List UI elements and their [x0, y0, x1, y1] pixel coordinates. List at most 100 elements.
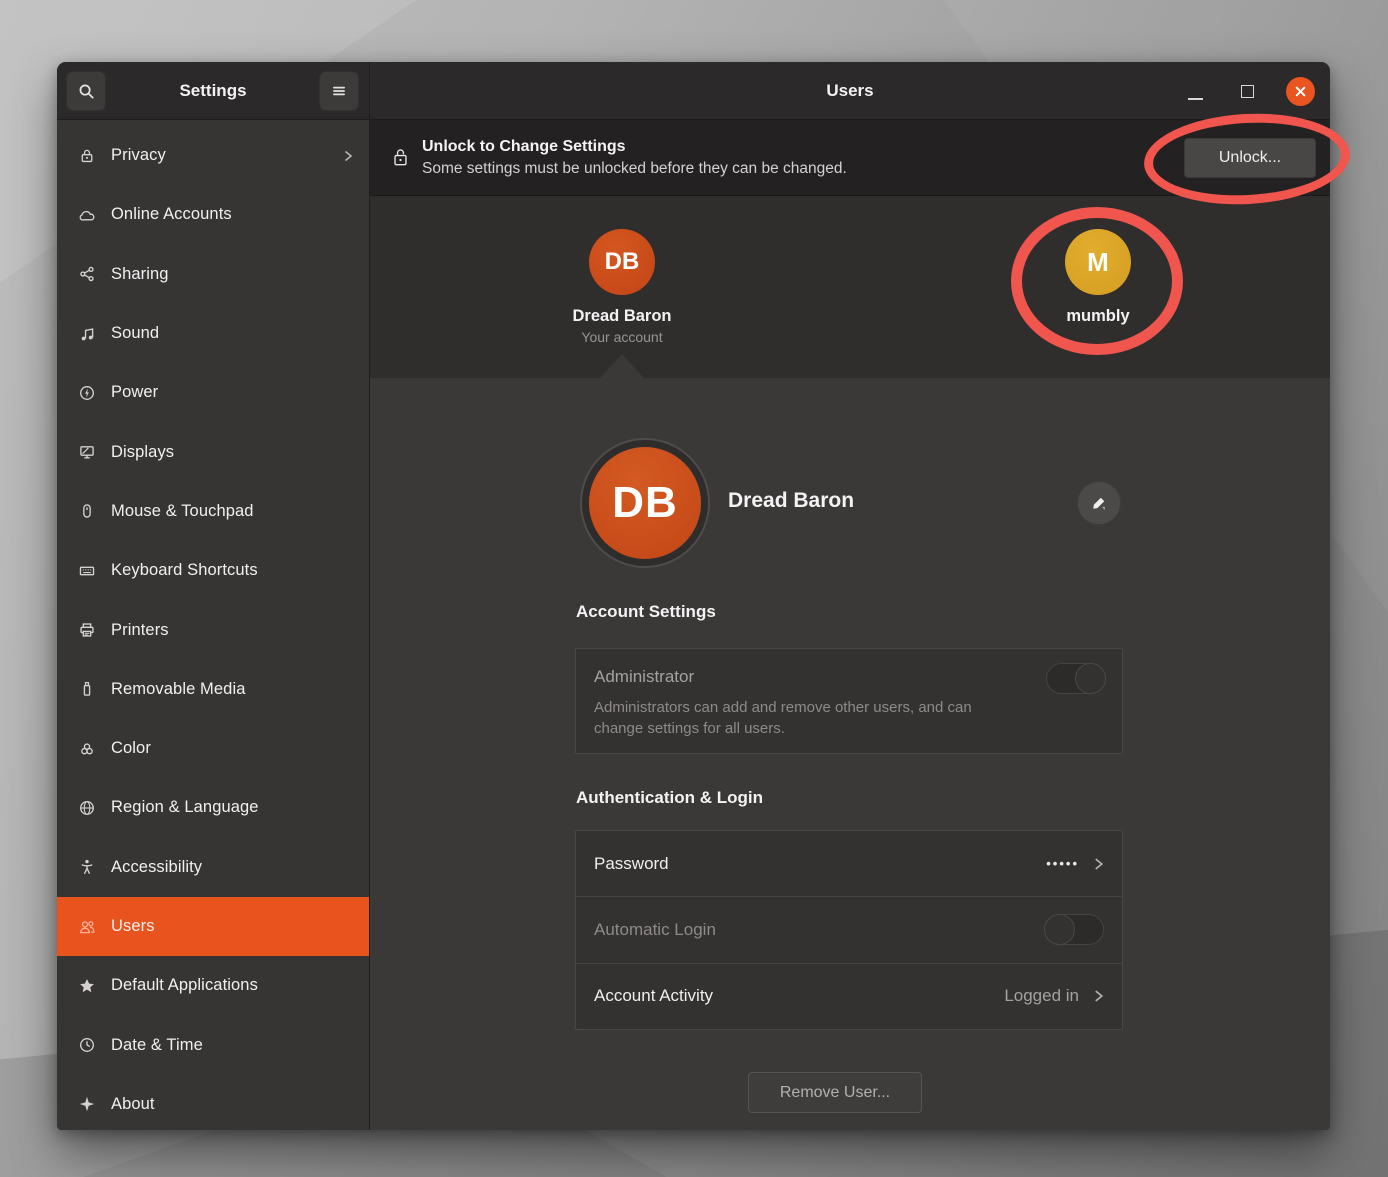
- share-icon: [78, 265, 96, 283]
- profile-avatar[interactable]: DB: [589, 447, 701, 559]
- chevron-right-icon: [1093, 987, 1104, 1005]
- sidebar-item-keyboard-shortcuts[interactable]: Keyboard Shortcuts: [57, 541, 369, 600]
- sidebar-item-printers[interactable]: Printers: [57, 600, 369, 659]
- hamburger-menu-icon: [330, 82, 348, 100]
- sidebar-item-about[interactable]: About: [57, 1075, 369, 1130]
- keyboard-icon: [78, 562, 96, 580]
- sidebar-item-label: Power: [111, 383, 158, 402]
- unlock-title: Unlock to Change Settings: [422, 135, 847, 158]
- sidebar-item-date-time[interactable]: Date & Time: [57, 1015, 369, 1074]
- automatic-login-label: Automatic Login: [594, 920, 716, 940]
- settings-window: Settings Privacy Online Accounts Sharing: [57, 62, 1330, 1130]
- sidebar-item-displays[interactable]: Displays: [57, 422, 369, 481]
- sidebar-item-online-accounts[interactable]: Online Accounts: [57, 185, 369, 244]
- account-activity-label: Account Activity: [594, 986, 713, 1006]
- search-icon: [77, 82, 96, 101]
- section-heading-auth-login: Authentication & Login: [576, 788, 763, 808]
- user-name: Dread Baron: [542, 307, 702, 326]
- automatic-login-row: Automatic Login: [576, 896, 1122, 962]
- music-note-icon: [78, 325, 96, 343]
- sidebar-item-label: Date & Time: [111, 1036, 203, 1055]
- sidebar-item-label: Region & Language: [111, 798, 259, 817]
- toggle-knob: [1075, 663, 1106, 694]
- sidebar-item-mouse-touchpad[interactable]: Mouse & Touchpad: [57, 482, 369, 541]
- sidebar-item-removable-media[interactable]: Removable Media: [57, 660, 369, 719]
- auth-login-card: Password ••••• Automatic Login Account A…: [575, 830, 1123, 1030]
- user-card-mumbly[interactable]: M mumbly: [1018, 229, 1178, 326]
- close-button[interactable]: [1286, 77, 1315, 106]
- color-circles-icon: [78, 740, 96, 758]
- sparkle-icon: [78, 1095, 96, 1113]
- account-activity-row[interactable]: Account Activity Logged in: [576, 963, 1122, 1029]
- app-title: Settings: [179, 81, 246, 101]
- edit-name-button[interactable]: [1077, 481, 1121, 525]
- sidebar-item-label: Users: [111, 917, 155, 936]
- user-selector-strip: DB Dread Baron Your account M mumbly: [370, 196, 1330, 378]
- main-area: Users Unlock to Change Settings Some set…: [370, 62, 1330, 1130]
- user-name: mumbly: [1018, 307, 1178, 326]
- sidebar-item-region-language[interactable]: Region & Language: [57, 778, 369, 837]
- minimize-button[interactable]: [1188, 98, 1203, 100]
- lock-icon: [78, 147, 96, 165]
- unlock-button[interactable]: Unlock...: [1184, 138, 1316, 178]
- close-icon: [1294, 85, 1307, 98]
- section-heading-account-settings: Account Settings: [576, 602, 716, 622]
- sidebar-item-label: Mouse & Touchpad: [111, 502, 254, 521]
- account-activity-value: Logged in: [1004, 986, 1079, 1006]
- administrator-label: Administrator: [594, 667, 1104, 687]
- sidebar-item-label: Color: [111, 739, 151, 758]
- automatic-login-toggle[interactable]: [1044, 914, 1104, 945]
- profile-name: Dread Baron: [728, 489, 854, 513]
- user-card-dread-baron[interactable]: DB Dread Baron Your account: [542, 229, 702, 345]
- password-dots: •••••: [1046, 856, 1079, 871]
- printer-icon: [78, 621, 96, 639]
- page-title: Users: [826, 81, 873, 101]
- unlock-subtitle: Some settings must be unlocked before th…: [422, 158, 847, 180]
- users-icon: [78, 918, 96, 936]
- selected-user-caret: [600, 354, 644, 378]
- search-button[interactable]: [66, 71, 106, 111]
- unlock-text: Unlock to Change Settings Some settings …: [422, 135, 847, 180]
- administrator-card: Administrator Administrators can add and…: [575, 648, 1123, 754]
- sidebar-item-label: Sound: [111, 324, 159, 343]
- sidebar-item-accessibility[interactable]: Accessibility: [57, 838, 369, 897]
- sidebar-item-label: Displays: [111, 443, 174, 462]
- star-icon: [78, 977, 96, 995]
- usb-drive-icon: [78, 680, 96, 698]
- sidebar-item-sound[interactable]: Sound: [57, 304, 369, 363]
- sidebar-item-privacy[interactable]: Privacy: [57, 126, 369, 185]
- mouse-icon: [78, 502, 96, 520]
- sidebar-item-label: About: [111, 1095, 155, 1114]
- sidebar-item-users[interactable]: Users: [57, 897, 369, 956]
- sidebar-item-label: Default Applications: [111, 976, 258, 995]
- sidebar: Settings Privacy Online Accounts Sharing: [57, 62, 370, 1130]
- sidebar-item-label: Accessibility: [111, 858, 202, 877]
- user-details-panel: DB Dread Baron Account Settings Administ…: [370, 378, 1330, 1130]
- chevron-right-icon: [1093, 855, 1104, 873]
- power-icon: [78, 384, 96, 402]
- sidebar-header: Settings: [57, 62, 369, 120]
- sidebar-item-default-applications[interactable]: Default Applications: [57, 956, 369, 1015]
- sidebar-item-power[interactable]: Power: [57, 363, 369, 422]
- remove-user-button[interactable]: Remove User...: [748, 1072, 922, 1113]
- chevron-right-icon: [343, 148, 353, 164]
- padlock-icon: [392, 147, 409, 168]
- password-row[interactable]: Password •••••: [576, 831, 1122, 896]
- sidebar-item-label: Keyboard Shortcuts: [111, 561, 258, 580]
- password-label: Password: [594, 854, 669, 874]
- sidebar-item-sharing[interactable]: Sharing: [57, 245, 369, 304]
- menu-button[interactable]: [319, 71, 359, 111]
- cloud-icon: [78, 206, 96, 224]
- toggle-knob: [1044, 914, 1075, 945]
- accessibility-icon: [78, 858, 96, 876]
- sidebar-item-label: Printers: [111, 621, 169, 640]
- main-header: Users: [370, 62, 1330, 120]
- administrator-toggle[interactable]: [1046, 663, 1106, 694]
- sidebar-item-label: Removable Media: [111, 680, 245, 699]
- pencil-icon: [1090, 494, 1108, 512]
- maximize-button[interactable]: [1241, 85, 1254, 98]
- sidebar-item-label: Online Accounts: [111, 205, 232, 224]
- sidebar-item-color[interactable]: Color: [57, 719, 369, 778]
- sidebar-list: Privacy Online Accounts Sharing Sound Po…: [57, 120, 369, 1130]
- unlock-banner: Unlock to Change Settings Some settings …: [370, 120, 1330, 196]
